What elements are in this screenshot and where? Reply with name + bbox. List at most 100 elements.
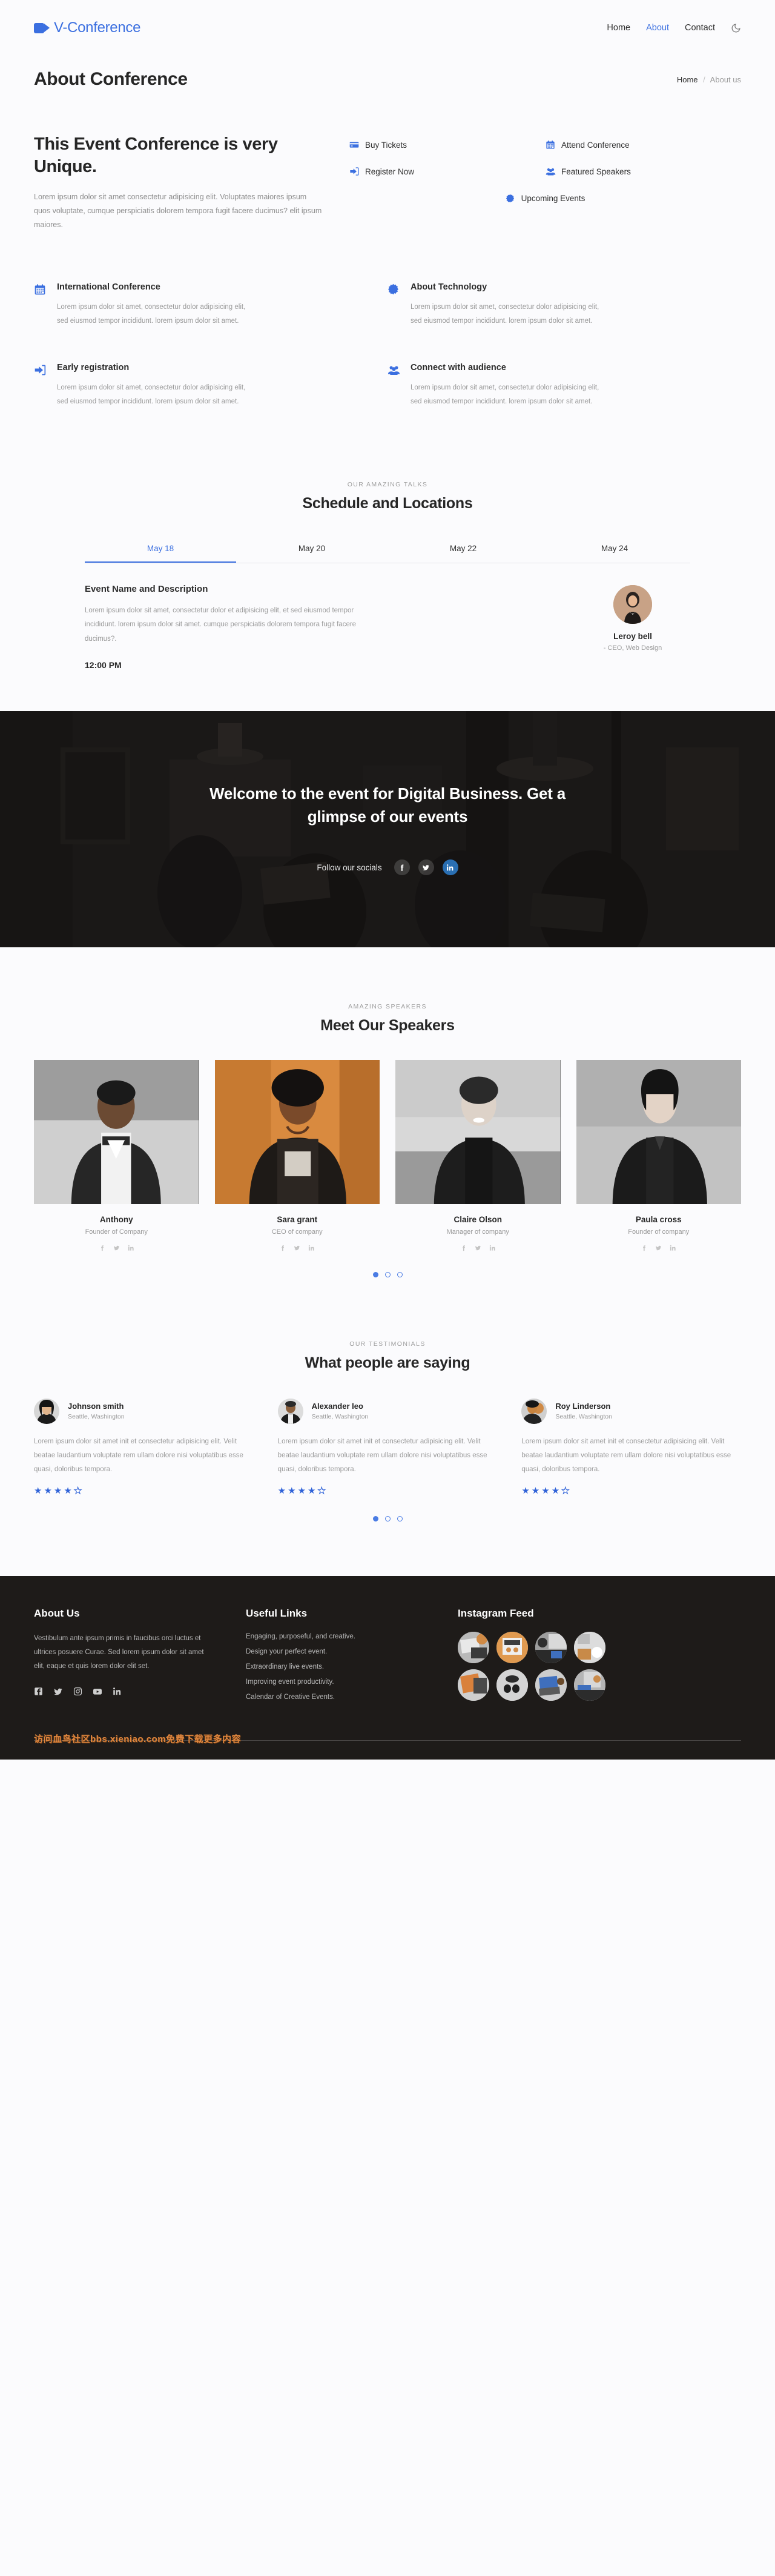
speakers-header: AMAZING SPEAKERS Meet Our Speakers — [34, 1003, 741, 1035]
footer-about-title: About Us — [34, 1607, 80, 1619]
linkedin-icon[interactable] — [442, 859, 458, 876]
testimonials-header: OUR TESTIMONIALS What people are saying — [34, 1340, 741, 1372]
certificate-icon — [388, 283, 401, 297]
chip-upcoming-events[interactable]: Upcoming Events — [349, 193, 741, 204]
chip-register-now[interactable]: Register Now — [349, 166, 545, 177]
speaker-role: CEO of company — [271, 1228, 323, 1236]
sign-in-icon — [349, 166, 360, 177]
tab-may-18[interactable]: May 18 — [85, 537, 236, 563]
speaker-meta: Paula cross Founder of company — [576, 1204, 742, 1251]
footer-link[interactable]: Design your perfect event. — [246, 1648, 427, 1655]
instagram-thumb[interactable] — [496, 1669, 528, 1701]
linkedin-icon[interactable] — [489, 1245, 496, 1251]
nav-item-contact[interactable]: Contact — [685, 23, 715, 33]
chip-label: Upcoming Events — [521, 193, 585, 203]
feature-card: Early registration Lorem ipsum dolor sit… — [34, 363, 388, 409]
feature-text: Lorem ipsum dolor sit amet, consectetur … — [411, 383, 599, 406]
twitter-icon[interactable] — [53, 1687, 63, 1697]
chip-attend-conference[interactable]: Attend Conference — [545, 139, 741, 150]
carousel-dot-1[interactable] — [372, 1515, 378, 1521]
tab-may-22[interactable]: May 22 — [388, 537, 539, 563]
linkedin-icon[interactable] — [308, 1245, 315, 1251]
linkedin-icon[interactable] — [113, 1687, 122, 1697]
instagram-thumb[interactable] — [458, 1631, 489, 1663]
promo-banner: Welcome to the event for Digital Busines… — [0, 710, 775, 947]
speaker-socials — [34, 1245, 199, 1251]
linkedin-icon[interactable] — [670, 1245, 676, 1251]
twitter-icon[interactable] — [113, 1245, 120, 1251]
users-icon — [388, 364, 401, 377]
twitter-icon[interactable] — [655, 1245, 662, 1251]
facebook-icon[interactable] — [394, 859, 410, 876]
speaker-card[interactable]: Anthony Founder of Company — [34, 1059, 199, 1251]
twitter-icon[interactable] — [475, 1245, 481, 1251]
hero-section: This Event Conference is very Unique. Lo… — [0, 90, 775, 233]
tab-may-20[interactable]: May 20 — [236, 537, 388, 563]
brand-logo[interactable]: V-Conference — [34, 19, 140, 36]
facebook-icon[interactable] — [34, 1687, 43, 1697]
star-filled: ★ — [288, 1485, 296, 1496]
breadcrumb-separator: / — [703, 74, 705, 84]
schedule-header: OUR AMAZING TALKS Schedule and Locations — [34, 481, 741, 512]
feature-card: About Technology Lorem ipsum dolor sit a… — [388, 282, 741, 329]
instagram-thumb[interactable] — [535, 1631, 567, 1663]
carousel-dot-3[interactable] — [397, 1515, 403, 1521]
footer-link[interactable]: Engaging, purposeful, and creative. — [246, 1633, 427, 1640]
footer-about-text: Vestibulum ante ipsum primis in faucibus… — [34, 1634, 204, 1670]
avatar — [521, 1398, 547, 1424]
footer-socials — [34, 1687, 216, 1697]
schedule-eyebrow: OUR AMAZING TALKS — [347, 480, 428, 488]
chip-featured-speakers[interactable]: Featured Speakers — [545, 166, 741, 177]
linkedin-icon[interactable] — [128, 1245, 134, 1251]
users-icon — [545, 166, 556, 177]
avatar — [34, 1398, 59, 1424]
twitter-icon[interactable] — [294, 1245, 300, 1251]
testimonial-location: Seattle, Washington — [311, 1413, 369, 1421]
testimonial-card: Johnson smith Seattle, Washington Lorem … — [34, 1398, 254, 1495]
chip-label: Attend Conference — [561, 140, 630, 150]
carousel-dot-2[interactable] — [384, 1271, 391, 1277]
footer-link[interactable]: Calendar of Creative Events. — [246, 1694, 427, 1701]
speaker-card[interactable]: Paula cross Founder of company — [576, 1059, 742, 1251]
testimonial-header: Johnson smith Seattle, Washington — [34, 1398, 254, 1424]
instagram-thumb[interactable] — [458, 1669, 489, 1701]
instagram-thumb[interactable] — [574, 1631, 605, 1663]
hero-chip-block: Buy Tickets Attend Conference Register N… — [349, 133, 741, 233]
carousel-dot-2[interactable] — [384, 1515, 391, 1521]
instagram-icon[interactable] — [73, 1687, 82, 1697]
instagram-thumb[interactable] — [535, 1669, 567, 1701]
nav-item-home[interactable]: Home — [607, 23, 630, 33]
facebook-icon[interactable] — [99, 1245, 105, 1251]
speaker-socials — [395, 1245, 561, 1251]
footer-link[interactable]: Extraordinary live events. — [246, 1663, 427, 1670]
nav-item-about[interactable]: About — [646, 23, 669, 33]
instagram-thumb[interactable] — [496, 1631, 528, 1663]
moon-icon[interactable] — [731, 23, 741, 33]
star-filled: ★ — [541, 1485, 550, 1496]
breadcrumb: Home / About us — [677, 75, 741, 84]
youtube-icon[interactable] — [93, 1687, 102, 1697]
instagram-thumb[interactable] — [574, 1669, 605, 1701]
breadcrumb-home[interactable]: Home — [677, 75, 698, 84]
twitter-icon[interactable] — [418, 859, 434, 876]
speaker-name: Leroy bell — [613, 631, 652, 641]
facebook-icon[interactable] — [460, 1245, 467, 1251]
speaker-card[interactable]: Claire Olson Manager of company — [395, 1059, 561, 1251]
carousel-dot-3[interactable] — [397, 1271, 403, 1277]
speaker-card[interactable]: Sara grant CEO of company — [214, 1059, 380, 1251]
facebook-icon[interactable] — [641, 1245, 647, 1251]
footer-link[interactable]: Improving event productivity. — [246, 1678, 427, 1686]
schedule-speaker: Leroy bell - CEO, Web Design — [575, 584, 690, 670]
chip-buy-tickets[interactable]: Buy Tickets — [349, 139, 545, 150]
nav-links: Home About Contact — [607, 23, 741, 33]
hero-title: This Event Conference is very Unique. — [34, 134, 278, 177]
speaker-name: Sara grant — [277, 1214, 318, 1224]
breadcrumb-current: About us — [710, 74, 741, 84]
footer-links-title: Useful Links — [246, 1607, 308, 1619]
rating-stars: ★ ★ ★ ★ ★ — [278, 1486, 498, 1495]
tab-may-24[interactable]: May 24 — [539, 537, 690, 563]
facebook-icon[interactable] — [279, 1245, 286, 1251]
page-header: About Conference Home / About us — [0, 56, 775, 90]
testimonial-card: Alexander leo Seattle, Washington Lorem … — [277, 1398, 498, 1495]
carousel-dot-1[interactable] — [372, 1271, 378, 1277]
